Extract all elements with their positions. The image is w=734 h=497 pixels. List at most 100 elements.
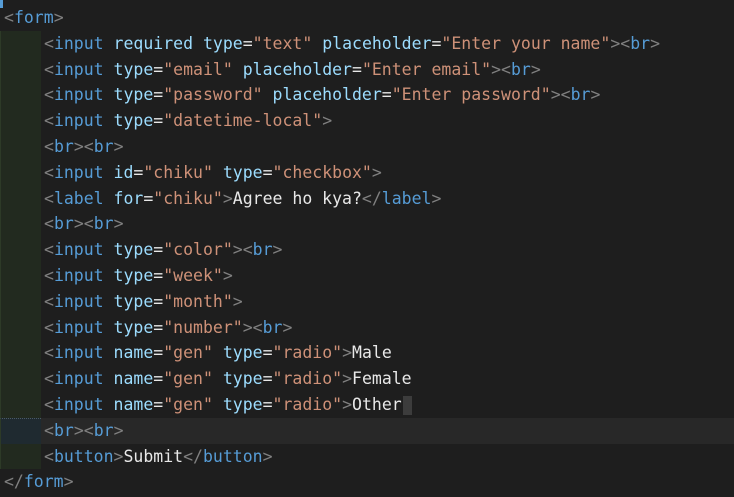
attribute-value: "gen" <box>163 369 213 389</box>
text-cursor <box>402 395 412 415</box>
tag-name: input <box>53 162 104 182</box>
code-line[interactable]: <form> <box>0 5 734 31</box>
code-line[interactable]: <br><br> <box>0 417 734 446</box>
code-line[interactable]: <input type="number"><br> <box>0 314 734 341</box>
code-line[interactable]: <input type="email" placeholder="Enter e… <box>0 56 734 83</box>
code-line[interactable]: <input name="gen" type="radio">Male <box>0 340 734 367</box>
tag-bracket: < <box>44 111 54 131</box>
radio-label-text: Male <box>352 343 392 363</box>
tag-bracket: < <box>252 317 263 337</box>
attribute-name: placeholder <box>322 33 432 53</box>
tag-bracket: < <box>560 85 571 105</box>
attribute-name: name <box>113 343 154 363</box>
indent-guide <box>0 133 41 160</box>
tag-bracket: > <box>272 240 283 260</box>
attribute-value: "password" <box>163 85 263 105</box>
tag-bracket: < <box>501 59 511 79</box>
tag-bracket: > <box>371 162 382 182</box>
code-line[interactable]: <input type="month"> <box>0 288 734 315</box>
radio-label-text: Female <box>352 369 412 389</box>
tag-bracket: > <box>342 394 353 414</box>
tag-bracket: < <box>44 240 54 260</box>
tag-name: input <box>53 59 104 79</box>
indent-guide <box>0 366 41 392</box>
indent-guide <box>0 262 41 289</box>
tag-name: input <box>53 343 104 363</box>
code-line[interactable]: <input type="color"><br> <box>0 237 734 263</box>
attribute-name: type <box>202 33 243 53</box>
indent-guide <box>0 56 41 83</box>
tag-bracket: > <box>53 8 64 27</box>
br-tag: br <box>93 136 114 156</box>
tag-bracket: > <box>73 136 84 156</box>
indent-guide <box>0 417 41 446</box>
tag-bracket: < <box>44 33 54 53</box>
indent-guide <box>0 340 41 367</box>
equals-sign: = <box>153 291 164 311</box>
attribute-value: "gen" <box>163 343 213 363</box>
tag-bracket: > <box>232 240 243 260</box>
tag-bracket: > <box>113 214 124 234</box>
tag-bracket: < <box>44 59 54 79</box>
equals-sign: = <box>381 85 392 105</box>
indent-guide <box>0 237 41 263</box>
indent-guide <box>0 314 41 341</box>
tag-name: label <box>53 188 104 208</box>
tag-bracket: </ <box>4 472 24 492</box>
br-tag: br <box>510 59 531 79</box>
code-area[interactable]: <form> <input required type="text" placeh… <box>0 0 734 495</box>
equals-sign: = <box>431 33 442 53</box>
br-tag: br <box>262 317 283 337</box>
equals-sign: = <box>143 188 154 208</box>
tag-name: input <box>53 85 104 105</box>
code-line[interactable]: </form> <box>0 469 734 495</box>
attribute-name: for <box>113 188 144 208</box>
indent-guide <box>0 82 41 109</box>
attribute-value: "month" <box>163 291 233 311</box>
tag-bracket: < <box>4 8 14 27</box>
tag-bracket: < <box>83 214 94 234</box>
tag-name: input <box>53 111 104 131</box>
code-editor[interactable]: <form> <input required type="text" placeh… <box>0 0 734 497</box>
code-line[interactable]: <input type="datetime-local"> <box>0 108 734 134</box>
code-line[interactable]: <label for="chiku">Agree ho kya?</label> <box>0 185 734 212</box>
equals-sign: = <box>153 394 164 414</box>
tag-bracket: > <box>222 188 233 208</box>
attribute-name: placeholder <box>272 85 382 105</box>
attribute-value: "Enter password" <box>391 85 551 105</box>
code-line[interactable]: <input name="gen" type="radio">Female <box>0 366 734 392</box>
tag-bracket: > <box>232 291 243 311</box>
code-line[interactable]: <input required type="text" placeholder=… <box>0 30 734 57</box>
attribute-name: id <box>113 162 134 182</box>
code-line[interactable]: <input id="chiku" type="checkbox"> <box>0 159 734 186</box>
attribute-value: "email" <box>163 59 233 79</box>
code-line[interactable]: <button>Submit</button> <box>0 443 734 470</box>
tag-name: input <box>53 394 104 414</box>
equals-sign: = <box>262 369 273 389</box>
tag-bracket: > <box>342 343 353 363</box>
tag-bracket: < <box>620 33 631 53</box>
equals-sign: = <box>133 162 144 182</box>
equals-sign: = <box>352 59 362 79</box>
tag-name: button <box>202 446 263 466</box>
tag-name: form <box>13 8 54 27</box>
tag-bracket: < <box>44 317 54 337</box>
attribute-value: "Enter email" <box>361 59 492 79</box>
code-line[interactable]: <input type="week"> <box>0 262 734 289</box>
tag-bracket: < <box>44 420 54 440</box>
attribute-value: "radio" <box>272 369 343 389</box>
attribute-value: "text" <box>252 33 313 53</box>
code-line[interactable]: <input type="password" placeholder="Ente… <box>0 82 734 109</box>
indent-guide <box>0 108 41 134</box>
br-tag: br <box>53 420 74 440</box>
attribute-value: "chiku" <box>153 188 223 208</box>
attribute-name: type <box>222 343 263 363</box>
tag-bracket: < <box>44 162 54 182</box>
attribute-name: placeholder <box>242 59 352 79</box>
code-line[interactable]: <br><br> <box>0 133 734 160</box>
code-line[interactable]: <br><br> <box>0 211 734 238</box>
equals-sign: = <box>153 85 164 105</box>
tag-bracket: < <box>44 265 54 285</box>
attribute-name: name <box>113 394 154 414</box>
code-line[interactable]: <input name="gen" type="radio">Other <box>0 391 734 418</box>
